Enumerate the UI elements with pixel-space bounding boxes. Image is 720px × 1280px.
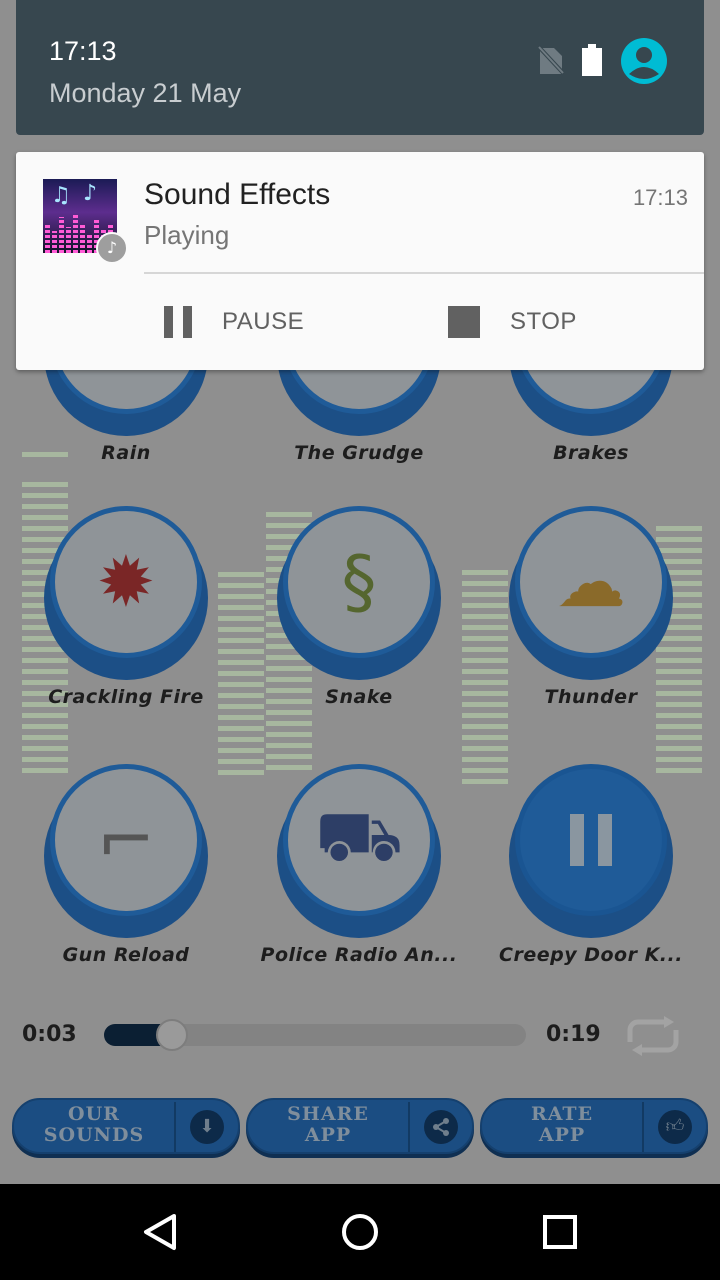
sound-label: The Grudge <box>294 442 424 464</box>
navigation-bar <box>0 1184 720 1280</box>
download-icon: ⬇ <box>190 1110 224 1144</box>
back-icon[interactable] <box>140 1212 180 1252</box>
sound-button-snake[interactable]: § Snake <box>259 506 459 708</box>
button-label-line1: OUR <box>68 1103 120 1125</box>
share-icon <box>424 1110 458 1144</box>
media-notification[interactable]: ♫ ♪ ♪ Sound Effects Playing 17:13 PAUSE … <box>16 152 704 370</box>
quick-settings-header: 17:13 Monday 21 May <box>16 0 704 135</box>
clock: 17:13 <box>49 36 117 66</box>
sound-button-creepy-door[interactable]: Creepy Door K... <box>491 764 691 966</box>
sound-label: Gun Reload <box>62 944 190 966</box>
elapsed-time: 0:03 <box>22 1022 77 1047</box>
divider <box>174 1102 176 1152</box>
seek-thumb[interactable] <box>155 1019 188 1051</box>
notification-title: Sound Effects <box>144 178 331 211</box>
notification-status: Playing <box>144 220 230 250</box>
stop-action-button[interactable]: STOP <box>448 302 577 342</box>
music-note-icon: ♪ <box>96 232 128 264</box>
user-account-icon[interactable] <box>621 38 667 84</box>
firecracker-icon: ✹ <box>50 506 202 658</box>
snake-icon: § <box>283 506 435 658</box>
sound-label: Crackling Fire <box>48 686 204 708</box>
button-label-line2: SOUNDS <box>43 1124 145 1146</box>
notification-time: 17:13 <box>632 185 688 210</box>
pause-icon <box>164 306 192 338</box>
button-label-line2: APP <box>304 1124 352 1146</box>
button-label-line2: APP <box>538 1124 586 1146</box>
music-note-icon: ♫ <box>51 183 71 208</box>
stop-label: STOP <box>510 308 577 335</box>
our-sounds-label: OUR SOUNDS <box>14 1104 174 1146</box>
sound-label: Police Radio An... <box>260 944 458 966</box>
home-icon[interactable] <box>340 1212 380 1252</box>
total-duration: 0:19 <box>546 1022 601 1047</box>
music-note-icon: ♪ <box>83 181 98 206</box>
sound-button-thunder[interactable]: ☁ Thunder <box>491 506 691 708</box>
stop-icon <box>448 306 480 338</box>
sound-label: Snake <box>325 686 393 708</box>
button-label-line1: SHARE <box>287 1103 369 1125</box>
thumbs-up-icon: 👍︎ <box>658 1110 692 1144</box>
pause-action-button[interactable]: PAUSE <box>164 302 304 342</box>
share-app-label: SHARE APP <box>248 1104 408 1146</box>
sound-label: Rain <box>101 442 151 464</box>
police-car-icon: ⛟ <box>283 764 435 916</box>
sound-button-gun-reload[interactable]: ⌐ Gun Reload <box>26 764 226 966</box>
button-label-line1: RATE <box>530 1103 594 1125</box>
revolver-icon: ⌐ <box>50 764 202 916</box>
no-sim-icon <box>538 44 564 76</box>
thunder-cloud-icon: ☁ <box>515 506 667 658</box>
sound-button-crackling-fire[interactable]: ✹ Crackling Fire <box>26 506 226 708</box>
rate-app-label: RATE APP <box>482 1104 642 1146</box>
sound-label: Brakes <box>553 442 629 464</box>
divider <box>642 1102 644 1152</box>
sound-label: Creepy Door K... <box>499 944 683 966</box>
seek-bar[interactable] <box>104 1019 526 1051</box>
our-sounds-button[interactable]: OUR SOUNDS ⬇ <box>12 1098 240 1154</box>
pause-label: PAUSE <box>222 308 305 335</box>
pause-icon <box>515 764 667 916</box>
sound-label: Thunder <box>544 686 638 708</box>
sound-button-police-radio[interactable]: ⛟ Police Radio An... <box>259 764 459 966</box>
share-app-button[interactable]: SHARE APP <box>246 1098 474 1154</box>
rate-app-button[interactable]: RATE APP 👍︎ <box>480 1098 708 1154</box>
battery-icon <box>582 44 602 76</box>
divider <box>144 272 704 274</box>
recents-icon[interactable] <box>540 1212 580 1252</box>
divider <box>408 1102 410 1152</box>
date[interactable]: Monday 21 May <box>49 78 241 109</box>
repeat-icon[interactable] <box>620 1016 686 1056</box>
